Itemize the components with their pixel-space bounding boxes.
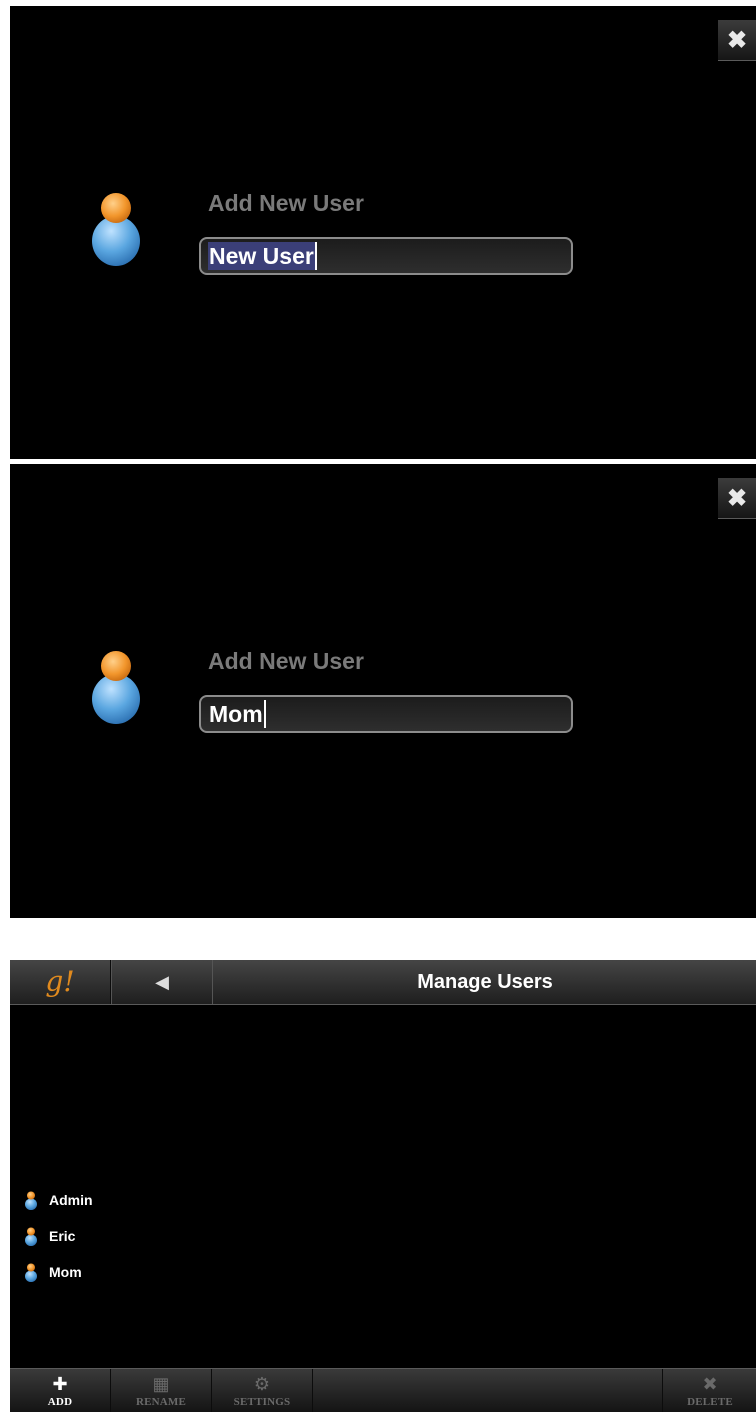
add-button[interactable]: ✚ ADD [10, 1369, 111, 1412]
username-input[interactable]: New User [199, 237, 573, 275]
close-button[interactable]: ✖ [718, 20, 756, 61]
settings-label: SETTINGS [233, 1395, 291, 1408]
back-arrow-icon: ◀ [155, 971, 169, 992]
add-user-dialog-typed: ✖ Add New User Mom [10, 464, 756, 918]
add-user-dialog-initial: ✖ Add New User New User [10, 6, 756, 459]
close-icon: ✖ [726, 484, 748, 512]
app-logo: g! [45, 965, 75, 998]
bottom-toolbar: ✚ ADD ▦ RENAME ⚙ SETTINGS ✖ DELETE [10, 1368, 756, 1412]
user-avatar-icon [92, 193, 140, 266]
page-title: Manage Users [212, 960, 756, 1004]
text-caret [263, 700, 266, 728]
plus-icon: ✚ [52, 1373, 68, 1394]
user-name: Eric [49, 1228, 76, 1244]
user-avatar-icon [92, 651, 140, 724]
username-input-value: Mom [209, 701, 263, 727]
gear-icon: ⚙ [253, 1373, 271, 1394]
list-item[interactable]: Mom [22, 1262, 93, 1282]
delete-button[interactable]: ✖ DELETE [662, 1369, 756, 1412]
list-item[interactable]: Admin [22, 1190, 93, 1210]
top-bar: g! ◀ Manage Users [10, 960, 756, 1005]
delete-label: DELETE [687, 1395, 733, 1408]
user-icon [25, 1263, 37, 1282]
close-icon: ✖ [702, 1373, 718, 1394]
list-item[interactable]: Eric [22, 1226, 93, 1246]
user-list: Admin Eric Mom [22, 1190, 93, 1298]
user-name: Admin [49, 1192, 93, 1208]
keypad-icon: ▦ [152, 1373, 170, 1394]
username-input-value: New User [208, 242, 315, 270]
dialog-title: Add New User [208, 190, 364, 216]
back-button[interactable]: ◀ [111, 960, 213, 1004]
username-input[interactable]: Mom [199, 695, 573, 733]
user-icon [25, 1227, 37, 1246]
close-button[interactable]: ✖ [718, 478, 756, 519]
manage-users-screen: g! ◀ Manage Users Admin Eric Mom ✚ ADD ▦… [10, 960, 756, 1412]
rename-button[interactable]: ▦ RENAME [111, 1369, 212, 1412]
dialog-title: Add New User [208, 648, 364, 674]
user-icon [25, 1191, 37, 1210]
close-icon: ✖ [726, 26, 748, 54]
add-label: ADD [47, 1395, 73, 1408]
text-caret [314, 242, 317, 270]
home-button[interactable]: g! [10, 960, 111, 1004]
rename-label: RENAME [135, 1395, 187, 1408]
user-name: Mom [49, 1264, 82, 1280]
settings-button[interactable]: ⚙ SETTINGS [212, 1369, 313, 1412]
